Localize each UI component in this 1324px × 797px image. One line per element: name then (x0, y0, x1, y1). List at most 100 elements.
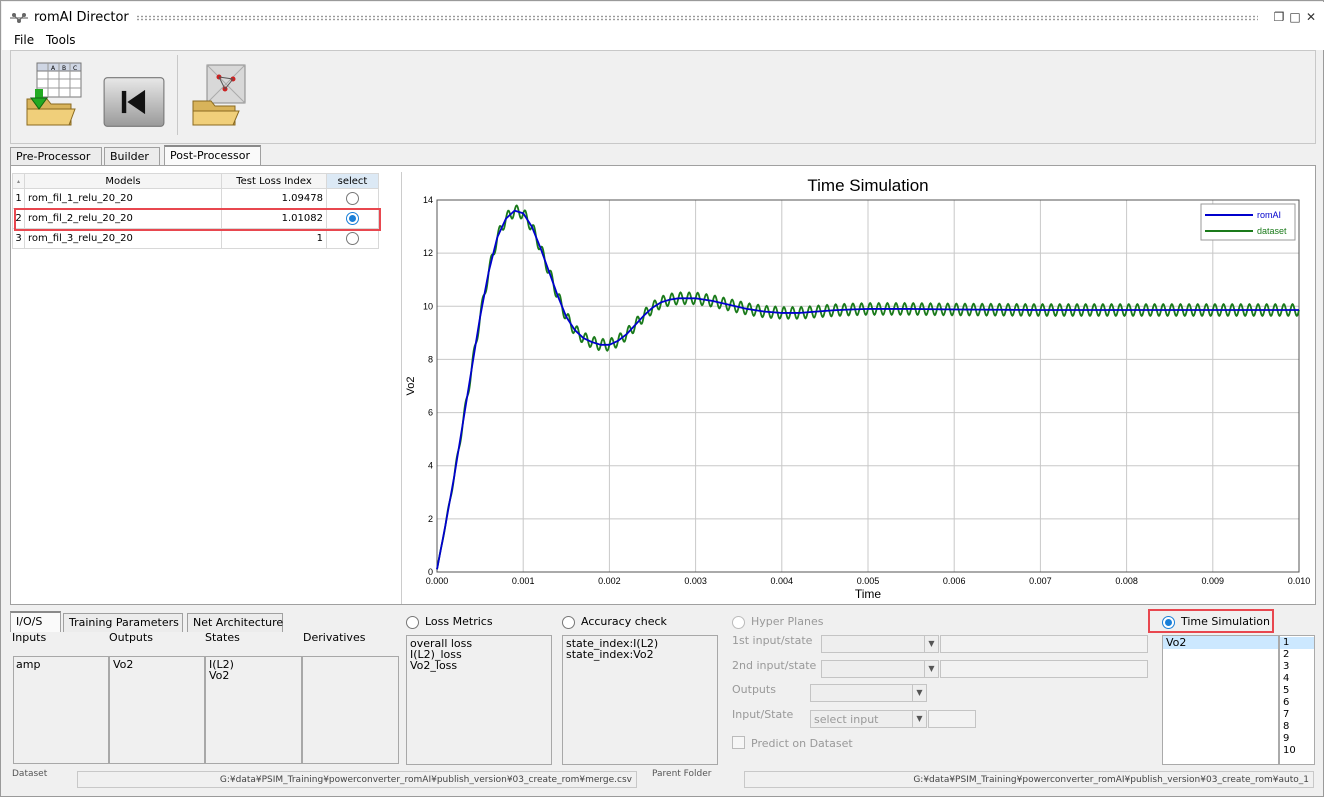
table-row[interactable]: 1 rom_fil_1_relu_20_20 1.09478 (12, 188, 379, 209)
tab-builder[interactable]: Builder (104, 147, 160, 166)
outputs-dropdown[interactable]: ▼ (810, 684, 927, 702)
list-item[interactable]: Vo2 (113, 659, 133, 670)
list-item[interactable]: Vo2 (1163, 636, 1278, 649)
select-input-dropdown[interactable]: select input ▼ (810, 710, 927, 728)
y-tick-label: 10 (423, 301, 433, 311)
svg-text:B: B (62, 65, 66, 72)
menu-bar: File Tools (2, 32, 1324, 50)
open-model-icon[interactable] (189, 59, 251, 129)
row-index: 3 (12, 228, 25, 249)
rewind-icon[interactable] (103, 67, 165, 137)
loss-metrics-radio[interactable] (406, 616, 419, 629)
loss-metrics-label: Loss Metrics (425, 615, 493, 628)
first-input-label: 1st input/state (732, 634, 813, 647)
list-item[interactable]: 5 (1283, 685, 1289, 696)
list-item[interactable]: 4 (1283, 673, 1289, 684)
test-loss-value: 1.09478 (221, 188, 327, 209)
list-item[interactable]: 9 (1283, 733, 1289, 744)
select-radio[interactable] (346, 192, 359, 205)
tab-training-parameters[interactable]: Training Parameters (63, 613, 183, 632)
list-item[interactable]: 6 (1283, 697, 1289, 708)
y-tick-label: 14 (423, 195, 433, 205)
states-header: States (205, 631, 240, 644)
x-tick-label: 0.009 (1202, 576, 1225, 586)
first-input-dropdown[interactable]: ▼ (821, 635, 939, 653)
chevron-down-icon: ▼ (924, 636, 938, 652)
x-tick-label: 0.007 (1029, 576, 1052, 586)
time-simulation-chart: Time Simulation 0.000 0.001 0.002 0.003 0.004… (402, 172, 1310, 604)
inputs-list[interactable]: amp (13, 656, 109, 764)
import-dataset-icon[interactable]: ABC (23, 59, 85, 129)
list-item[interactable]: 1 (1280, 637, 1314, 649)
column-header-test-loss[interactable]: Test Loss Index (221, 173, 327, 189)
restore-icon[interactable]: ❐ (1272, 10, 1286, 24)
highlight-selected-row (14, 208, 381, 231)
highlight-time-simulation (1148, 609, 1274, 633)
inputs-header: Inputs (12, 631, 47, 644)
title-drag-handle[interactable] (136, 15, 1258, 21)
list-item[interactable]: Vo2 (209, 670, 229, 681)
table-row[interactable]: 3 rom_fil_3_relu_20_20 1 (12, 228, 379, 249)
outputs-list[interactable]: Vo2 (109, 656, 205, 764)
hyper-planes-radio[interactable] (732, 616, 745, 629)
tab-net-architecture[interactable]: Net Architecture (187, 613, 283, 632)
close-icon[interactable]: ✕ (1304, 10, 1318, 24)
first-input-field[interactable] (940, 635, 1148, 653)
x-tick-label: 0.005 (857, 576, 880, 586)
test-loss-value: 1 (221, 228, 327, 249)
accuracy-check-radio[interactable] (562, 616, 575, 629)
select-cell (326, 188, 379, 209)
select-cell (326, 228, 379, 249)
accuracy-check-list[interactable]: state_index:I(L2) state_index:Vo2 (562, 635, 718, 765)
list-item[interactable]: state_index:Vo2 (566, 649, 654, 660)
menu-file[interactable]: File (14, 33, 34, 47)
second-input-field[interactable] (940, 660, 1148, 678)
list-item[interactable]: Vo2_loss (410, 660, 457, 671)
maximize-icon[interactable]: □ (1288, 10, 1302, 24)
predict-checkbox[interactable] (732, 736, 745, 749)
time-sim-variable-list[interactable]: Vo2 (1162, 635, 1279, 765)
hyper-planes-label: Hyper Planes (751, 615, 824, 628)
x-tick-label: 0.008 (1115, 576, 1138, 586)
loss-metrics-list[interactable]: overall loss I(L2)_loss Vo2_loss (406, 635, 552, 765)
chevron-down-icon: ▼ (912, 685, 926, 701)
legend-label: dataset (1257, 226, 1287, 236)
legend-label: romAI (1257, 210, 1281, 220)
column-header-models[interactable]: Models (24, 173, 222, 189)
menu-tools[interactable]: Tools (46, 33, 76, 47)
list-item[interactable]: 3 (1283, 661, 1289, 672)
tab-pre-processor[interactable]: Pre-Processor (10, 147, 102, 166)
toolbar-separator (177, 55, 178, 135)
y-tick-label: 8 (428, 354, 433, 364)
outputs-label: Outputs (732, 683, 776, 696)
input-state-value-field[interactable] (928, 710, 976, 728)
second-input-dropdown[interactable]: ▼ (821, 660, 939, 678)
table-header-row: ▴ Models Test Loss Index select (12, 173, 379, 189)
derivatives-list[interactable] (302, 656, 399, 764)
second-input-label: 2nd input/state (732, 659, 817, 672)
x-tick-label: 0.006 (943, 576, 966, 586)
list-item[interactable]: 10 (1283, 745, 1296, 756)
y-tick-label: 12 (423, 248, 433, 258)
parent-folder-path-field[interactable]: G:¥data¥PSIM_Training¥powerconverter_rom… (744, 771, 1314, 788)
y-tick-label: 0 (428, 567, 433, 577)
select-input-value: select input (814, 713, 879, 726)
tab-ios[interactable]: I/O/S (10, 611, 61, 632)
time-sim-number-list[interactable]: 1 2 3 4 5 6 7 8 9 10 (1279, 635, 1315, 765)
x-tick-label: 0.000 (426, 576, 449, 586)
list-item[interactable]: 8 (1283, 721, 1289, 732)
select-radio[interactable] (346, 232, 359, 245)
list-item[interactable]: amp (16, 659, 40, 670)
svg-text:C: C (73, 65, 77, 72)
table-corner: ▴ (12, 173, 25, 189)
model-name: rom_fil_3_relu_20_20 (24, 228, 222, 249)
dataset-path-field[interactable]: G:¥data¥PSIM_Training¥powerconverter_rom… (77, 771, 637, 788)
list-item[interactable]: 7 (1283, 709, 1289, 720)
x-tick-label: 0.003 (684, 576, 707, 586)
app-logo-icon (10, 13, 28, 23)
column-header-select[interactable]: select (326, 173, 379, 189)
x-tick-label: 0.002 (598, 576, 621, 586)
tab-post-processor[interactable]: Post-Processor (164, 145, 261, 166)
list-item[interactable]: 2 (1283, 649, 1289, 660)
states-list[interactable]: I(L2) Vo2 (205, 656, 302, 764)
